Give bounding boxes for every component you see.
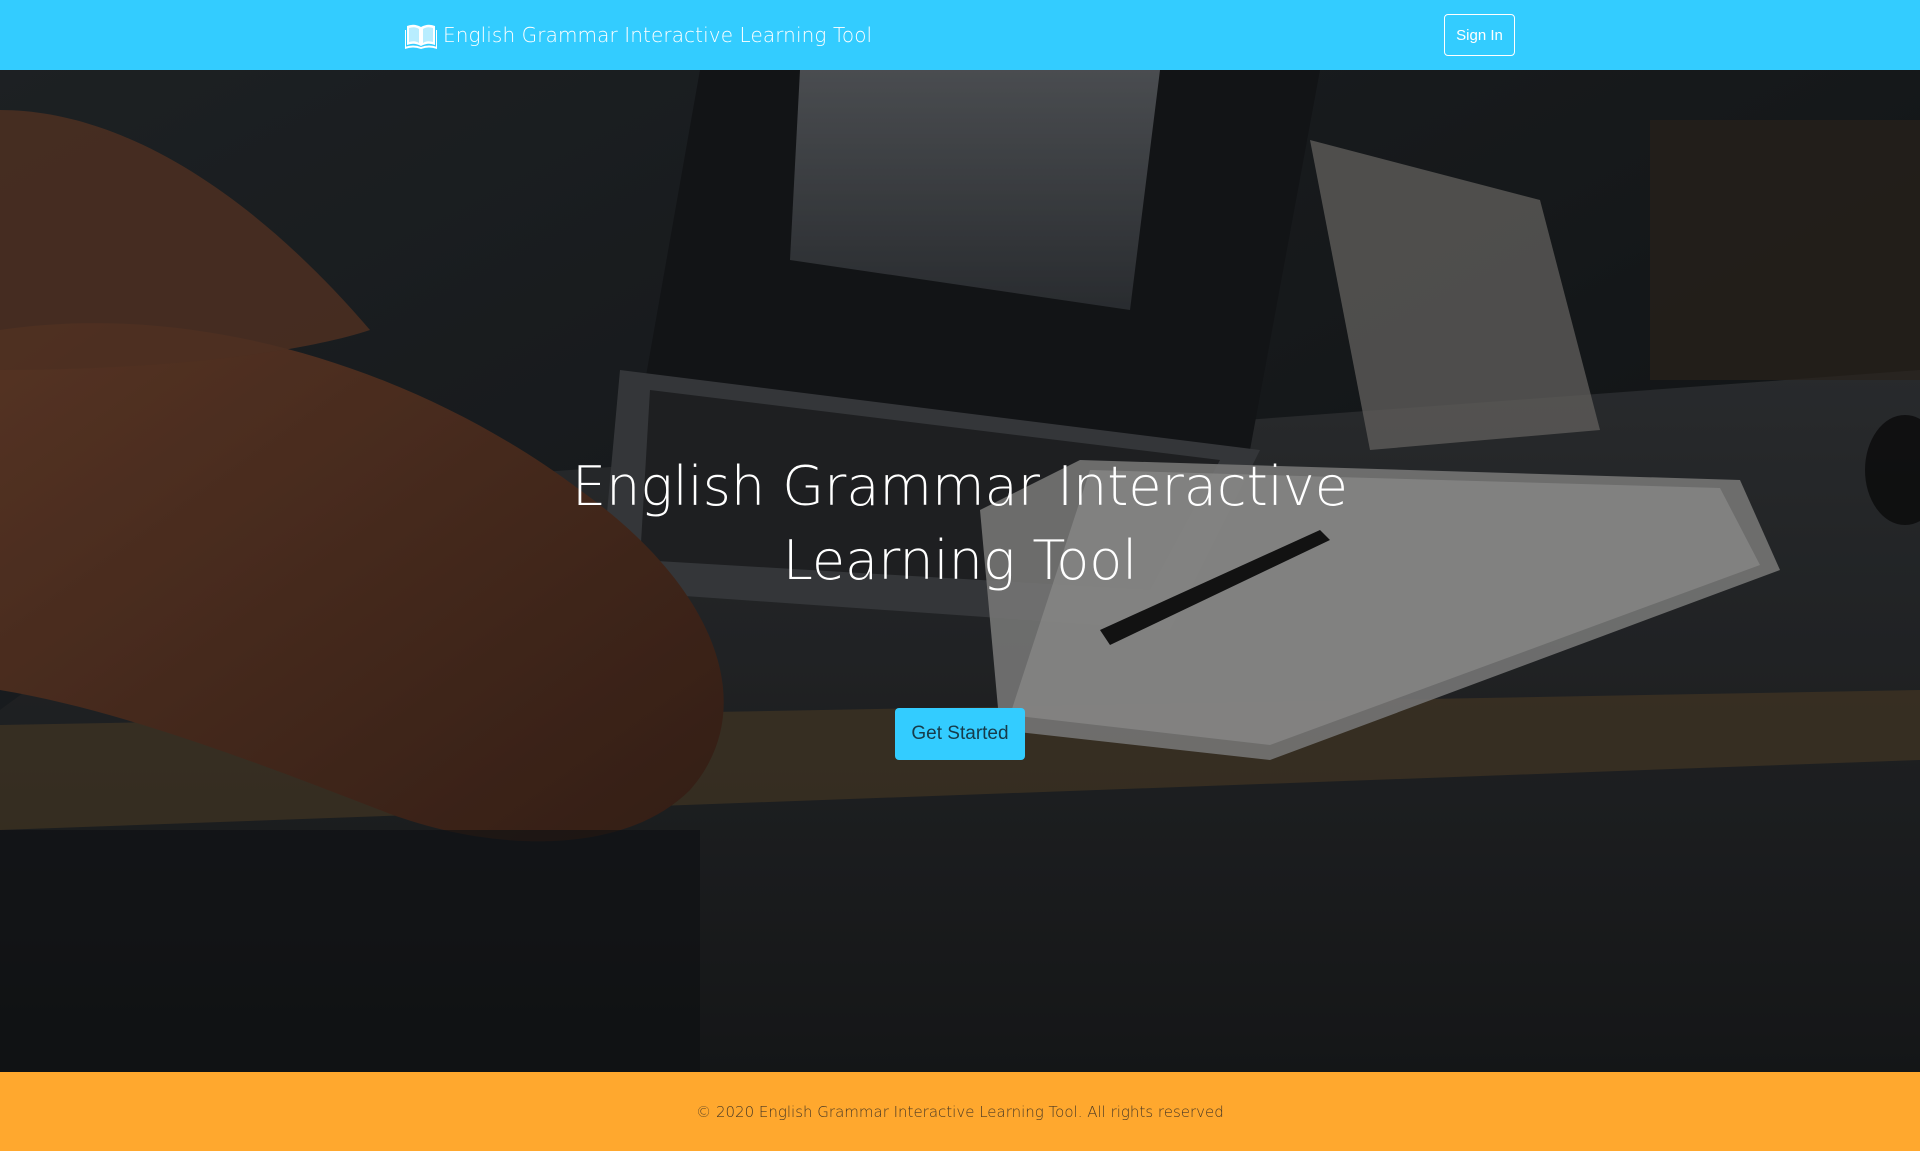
- sign-in-button[interactable]: Sign In: [1444, 14, 1515, 56]
- hero-title-line-1: English Grammar Interactive: [572, 455, 1348, 518]
- footer: © 2020 English Grammar Interactive Learn…: [0, 1072, 1920, 1151]
- brand-link[interactable]: English Grammar Interactive Learning Too…: [404, 0, 873, 70]
- hero-section: English Grammar Interactive Learning Too…: [0, 70, 1920, 1072]
- hero-title: English Grammar Interactive Learning Too…: [560, 450, 1360, 598]
- top-navbar: English Grammar Interactive Learning Too…: [0, 0, 1920, 70]
- copyright-text: © 2020 English Grammar Interactive Learn…: [696, 1102, 1224, 1121]
- hero-title-line-2: Learning Tool: [782, 529, 1138, 592]
- get-started-button[interactable]: Get Started: [895, 708, 1025, 760]
- brand-title: English Grammar Interactive Learning Too…: [443, 23, 873, 47]
- open-book-icon: [404, 21, 438, 50]
